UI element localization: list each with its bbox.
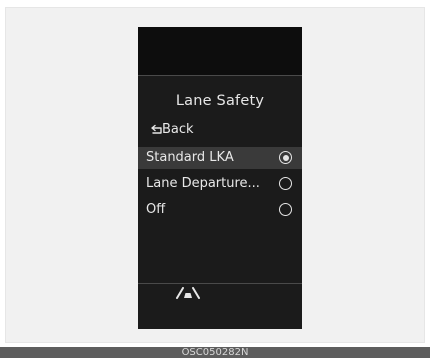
menu-title: Lane Safety xyxy=(175,93,265,109)
cluster-display: Lane Safety Back Standard LKA Lane Depar… xyxy=(138,27,302,329)
radio-empty-icon xyxy=(279,203,292,216)
option-label: Off xyxy=(146,202,166,217)
radio-selected-icon xyxy=(279,151,292,164)
lane-assist-icon xyxy=(176,287,200,299)
back-arrow-icon xyxy=(151,124,162,134)
footer-divider xyxy=(138,283,302,284)
option-standard-lka[interactable]: Standard LKA xyxy=(138,147,302,169)
option-off[interactable]: Off xyxy=(138,199,302,221)
back-item[interactable]: Back xyxy=(138,119,302,141)
option-label: Standard LKA xyxy=(146,150,234,165)
figure-caption: OSC050282N xyxy=(181,347,249,358)
display-top-band xyxy=(138,27,302,75)
back-label: Back xyxy=(162,122,194,137)
option-label: Lane Departure... xyxy=(146,176,260,191)
header-divider xyxy=(138,75,302,76)
radio-empty-icon xyxy=(279,177,292,190)
option-lane-departure[interactable]: Lane Departure... xyxy=(138,173,302,195)
